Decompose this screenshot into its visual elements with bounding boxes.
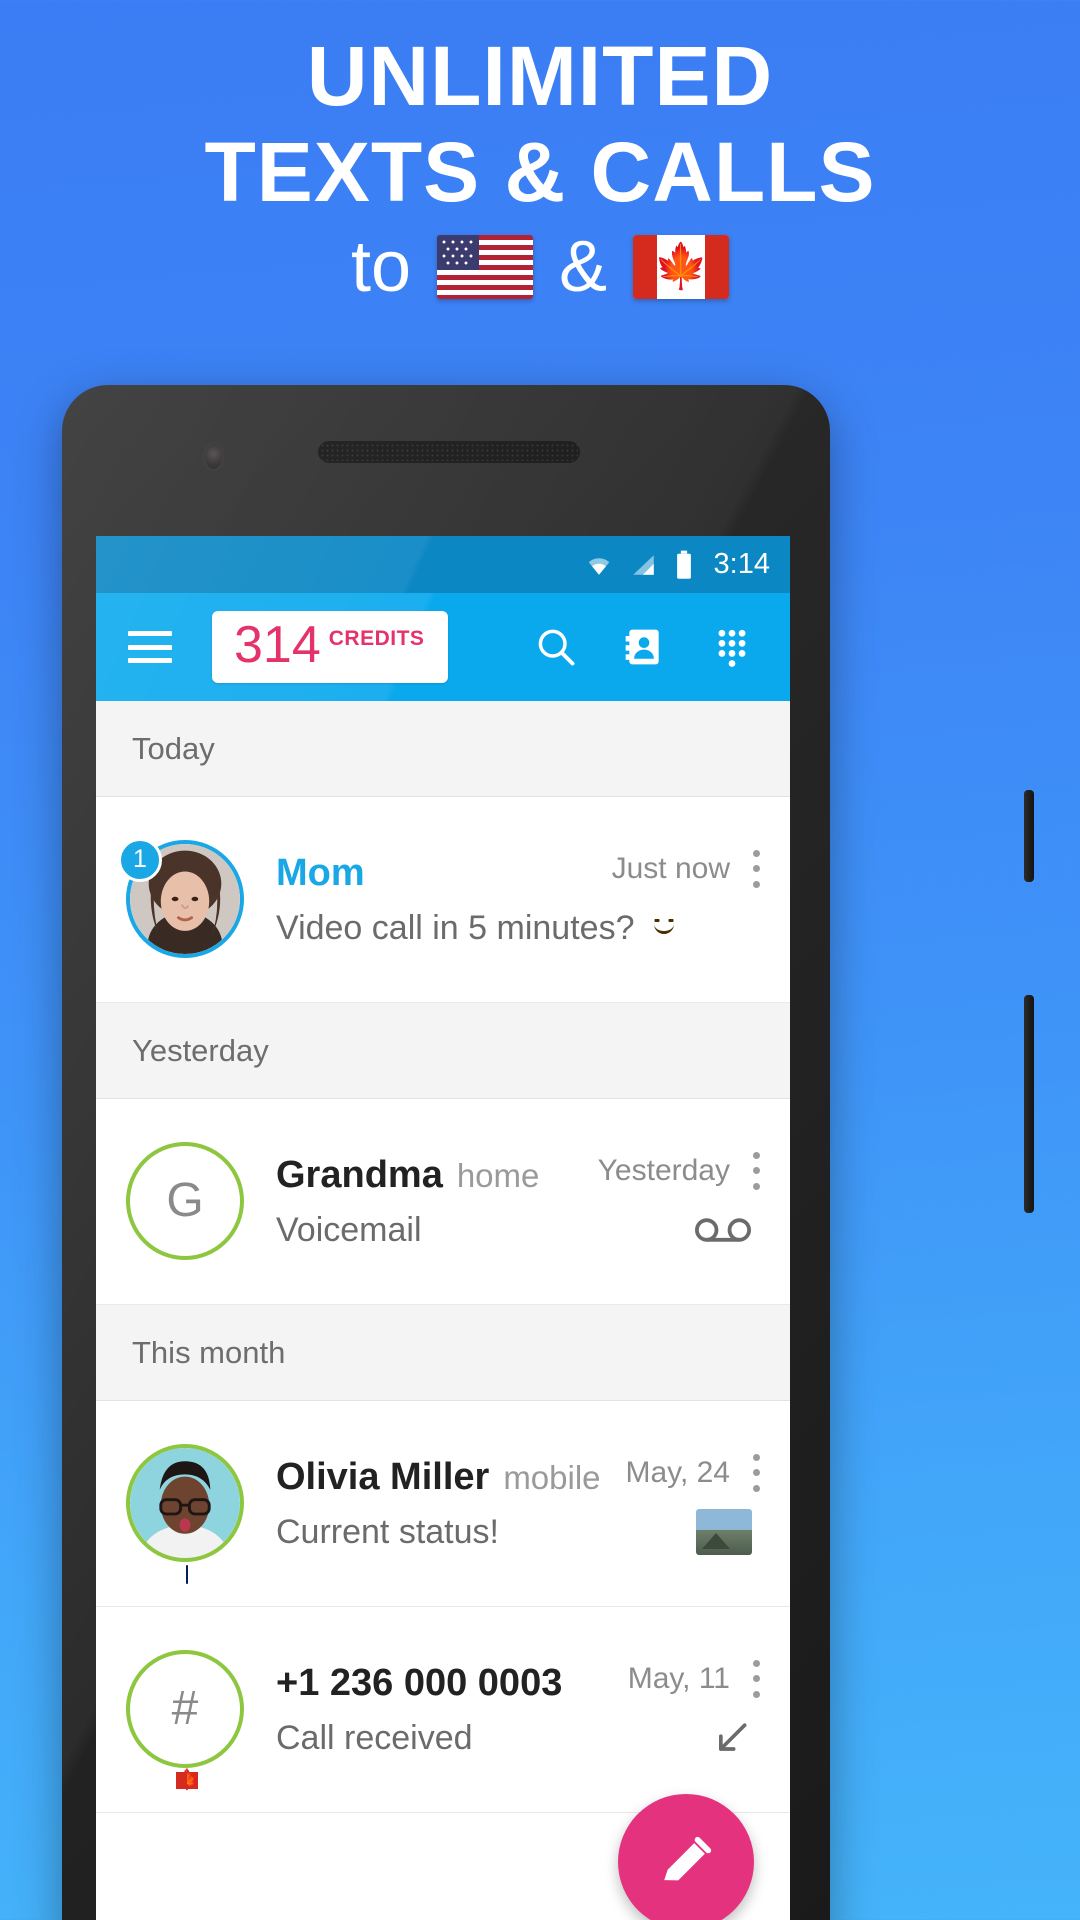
promo-line-1: UNLIMITED xyxy=(306,29,774,123)
promo-line-3-prefix: to xyxy=(350,227,411,308)
timestamp: Just now xyxy=(611,851,730,885)
power-button[interactable] xyxy=(1024,790,1034,882)
unread-badge: 1 xyxy=(118,837,162,882)
list-item[interactable]: 1 Mom Video call in 5 minutes? Just now xyxy=(96,797,790,1003)
image-thumbnail-icon[interactable] xyxy=(696,1508,752,1555)
timestamp: May, 24 xyxy=(625,1455,731,1489)
promo-line-3-amp: & xyxy=(559,227,608,308)
message-preview: Video call in 5 minutes? xyxy=(276,908,635,947)
wifi-icon xyxy=(584,552,614,578)
message-preview: Current status! xyxy=(276,1512,499,1551)
status-icon-slot xyxy=(694,1208,768,1252)
timestamp: Yesterday xyxy=(597,1153,730,1187)
overflow-menu-icon[interactable] xyxy=(744,849,768,888)
list-item-body: Grandma home Voicemail xyxy=(276,1154,588,1250)
battery-icon xyxy=(674,550,694,580)
avatar-wrapper: 1 xyxy=(118,837,246,960)
message-preview-line: Current status! xyxy=(276,1513,616,1552)
section-header-yesterday: Yesterday xyxy=(96,1003,790,1099)
avatar-photo-olivia xyxy=(130,1447,240,1558)
contact-name: Olivia Miller xyxy=(276,1455,490,1498)
list-item-title-line: +1 236 000 0003 xyxy=(276,1662,618,1705)
timestamp-row: May, 11 xyxy=(627,1659,768,1698)
message-preview-line: Call received xyxy=(276,1719,618,1758)
list-item[interactable]: # 🍁 +1 236 000 0003 Call received May, 1… xyxy=(96,1607,790,1813)
credits-value: 314 xyxy=(234,616,321,675)
timestamp-row: Yesterday xyxy=(597,1151,768,1190)
message-preview-line: Voicemail xyxy=(276,1211,588,1250)
overflow-menu-icon[interactable] xyxy=(744,1659,768,1698)
list-item-title-line: Mom xyxy=(276,852,602,895)
section-header-this-month: This month xyxy=(96,1305,790,1401)
avatar-wrapper xyxy=(126,1443,246,1584)
message-preview-line: Video call in 5 minutes? xyxy=(276,909,675,948)
timestamp-row: Just now xyxy=(611,849,768,888)
contact-name: Grandma xyxy=(276,1153,443,1196)
section-header-today: Today xyxy=(96,701,790,797)
avatar-initial: G xyxy=(166,1174,204,1227)
list-item[interactable]: G Grandma home Voicemail Yesterday xyxy=(96,1099,790,1305)
list-item-meta: Yesterday xyxy=(597,1151,768,1252)
overflow-menu-icon[interactable] xyxy=(744,1453,768,1492)
status-icon-slot xyxy=(708,1716,768,1760)
contact-name: Mom xyxy=(276,851,365,894)
contacts-icon[interactable] xyxy=(622,625,666,669)
avatar-initial: # xyxy=(171,1682,199,1735)
compose-message-icon xyxy=(664,1836,712,1881)
promo-line-3: to & 🍁 xyxy=(0,231,1080,303)
contact-number-type: home xyxy=(456,1156,540,1194)
hamburger-bar-3 xyxy=(128,658,172,663)
credits-badge[interactable]: 314 CREDITS xyxy=(212,611,449,683)
status-bar: 3:14 xyxy=(96,536,790,593)
avatar[interactable]: G xyxy=(126,1141,244,1260)
promo-line-2: TEXTS & CALLS xyxy=(204,124,876,219)
message-preview: Call received xyxy=(276,1718,473,1757)
hamburger-bar-1 xyxy=(128,631,172,636)
voicemail-icon xyxy=(694,1217,752,1242)
avatar[interactable] xyxy=(126,1443,244,1562)
list-item[interactable]: Olivia Miller mobile Current status! May… xyxy=(96,1401,790,1607)
hamburger-menu-icon[interactable] xyxy=(128,631,172,663)
earpiece-speaker xyxy=(318,441,580,463)
volume-button[interactable] xyxy=(1024,995,1034,1213)
list-item-meta: Just now xyxy=(611,849,768,950)
avatar-wrapper: # 🍁 xyxy=(126,1649,246,1790)
status-icon-slot xyxy=(696,1508,768,1555)
overflow-menu-icon[interactable] xyxy=(744,1151,768,1190)
uk-flag-icon xyxy=(186,1564,188,1584)
status-bar-clock: 3:14 xyxy=(713,548,770,580)
message-preview: Voicemail xyxy=(276,1210,422,1249)
app-bar-actions xyxy=(534,625,768,669)
phone-screen: 3:14 314 CREDITS Today 1 Mom Video call … xyxy=(96,536,790,1920)
contact-number-type: mobile xyxy=(503,1458,601,1496)
hamburger-bar-2 xyxy=(128,644,172,650)
avatar[interactable]: # xyxy=(126,1649,244,1768)
search-icon[interactable] xyxy=(534,625,578,669)
list-item-body: Mom Video call in 5 minutes? xyxy=(276,852,675,948)
credits-label: CREDITS xyxy=(328,627,425,651)
list-item-title-line: Grandma home xyxy=(276,1154,588,1197)
front-camera-icon xyxy=(205,444,222,469)
list-item-meta: May, 11 xyxy=(627,1659,768,1760)
compose-fab-button[interactable] xyxy=(618,1794,754,1920)
status-icon-slot xyxy=(752,906,768,950)
incoming-call-icon xyxy=(719,1722,747,1751)
list-item-body: Olivia Miller mobile Current status! xyxy=(276,1456,616,1552)
list-item-meta: May, 24 xyxy=(625,1453,769,1555)
us-flag-icon xyxy=(437,235,533,300)
dialpad-icon[interactable] xyxy=(710,625,754,669)
canada-flag-icon: 🍁 xyxy=(633,235,730,300)
list-item-body: +1 236 000 0003 Call received xyxy=(276,1662,618,1758)
contact-name: +1 236 000 0003 xyxy=(276,1661,563,1704)
app-bar: 314 CREDITS xyxy=(96,593,790,701)
list-item-title-line: Olivia Miller mobile xyxy=(276,1456,616,1499)
timestamp-row: May, 24 xyxy=(625,1453,769,1492)
canada-flag-icon: 🍁 xyxy=(175,1770,200,1790)
cell-signal-icon xyxy=(630,552,658,578)
conversation-list: Today 1 Mom Video call in 5 minutes? Jus… xyxy=(96,701,790,1813)
timestamp: May, 11 xyxy=(627,1661,730,1695)
promo-banner: UNLIMITED TEXTS & CALLS to & 🍁 xyxy=(0,0,1080,303)
avatar-wrapper: G xyxy=(126,1141,246,1262)
